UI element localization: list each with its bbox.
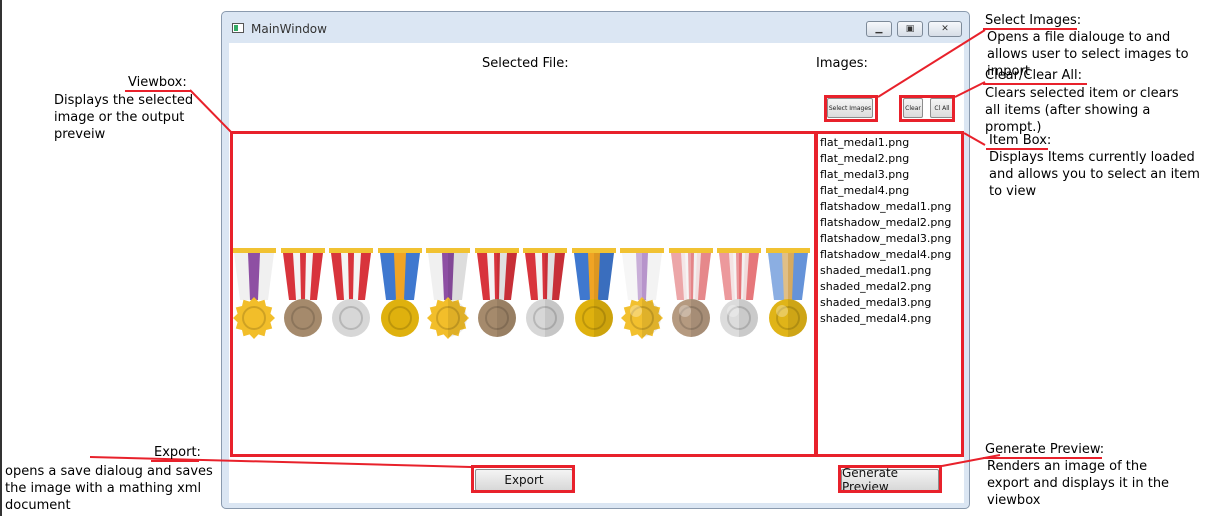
select-images-annotation-title: Select Images: [985,13,1082,28]
viewbox-annotation-title: Viewbox: [128,75,187,90]
export-annotation-text: opens a save dialoug and saves the image… [5,464,213,513]
clear-annotation-text: Clears selected item or clears all items… [985,86,1179,135]
export-annotation-underline [151,460,199,462]
generate-preview-annotation-text: Renders an image of the export and displ… [987,459,1170,508]
item-box-annotation-text: Displays Items currently loaded and allo… [989,150,1200,199]
clear-connector [954,81,986,98]
generate-preview-annotation-title: Generate Preview: [985,442,1105,457]
item-box-annotation-title: Item Box: [989,133,1052,148]
viewbox-annotation-text: Displays the selected image or the outpu… [54,93,194,142]
select-images-connector [877,29,986,98]
export-annotation-title: Export: [154,445,201,460]
item-box-connector [963,132,986,146]
clear-annotation-title: Clear/Clear All: [985,68,1083,83]
